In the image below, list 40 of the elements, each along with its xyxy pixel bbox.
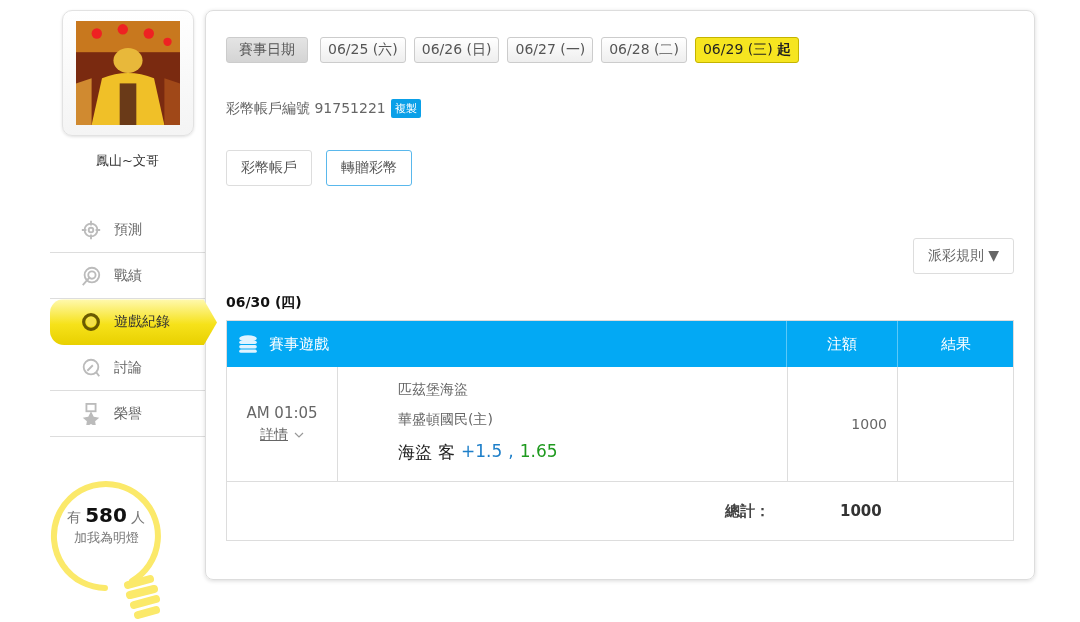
home-team: 華盛頓國民(主)	[398, 411, 494, 429]
sidebar-item[interactable]: 預測	[50, 208, 205, 254]
chevron-icon	[294, 432, 304, 438]
date-button[interactable]: 06/25 (六)	[320, 37, 406, 63]
date-button[interactable]: 06/26 (日)	[413, 37, 500, 63]
total-amount: 1000	[840, 502, 882, 520]
ring-icon	[80, 311, 102, 334]
date-button[interactable]: 06/29 (三) 起	[694, 37, 799, 63]
date-button[interactable]: 06/28 (二)	[601, 37, 687, 63]
rules-dropdown[interactable]: 派彩規則 ▼	[912, 238, 1014, 274]
pick-team: 海盜	[398, 441, 432, 464]
crosshair-icon	[80, 219, 102, 242]
game-time: AM 01:05	[246, 404, 318, 422]
sidebar-item[interactable]: 遊戲紀錄	[50, 299, 217, 346]
column-title: 賽事遊戲	[269, 334, 329, 354]
details-link[interactable]: 詳情	[260, 426, 304, 444]
fans-count-text: 有 580 人	[65, 503, 147, 528]
chat-icon	[80, 356, 102, 379]
tab[interactable]: 彩幣帳戶	[226, 150, 312, 186]
pick-side: 客	[438, 441, 455, 464]
date-filter-label: 賽事日期	[226, 37, 308, 63]
away-team: 匹茲堡海盜	[398, 381, 469, 399]
tab[interactable]: 轉贈彩幣	[326, 150, 412, 186]
coin-stack-icon	[237, 333, 259, 355]
sidebar-item[interactable]: 戰績	[50, 253, 205, 300]
sidebar-item[interactable]: 榮譽	[50, 391, 205, 438]
fans-caption: 加我為明燈	[72, 529, 140, 548]
odds: 1.65	[519, 441, 558, 463]
profile-name: 鳳山~文哥	[95, 152, 160, 171]
handicap-line: +1.5	[461, 441, 503, 463]
stake-amount: 1000	[851, 416, 887, 432]
target-icon	[80, 264, 102, 287]
account-number: 彩幣帳戶編號 91751221	[226, 99, 386, 118]
day-heading: 06/30 (四)	[226, 294, 303, 312]
column-header: 注額	[787, 321, 898, 367]
sidebar-item[interactable]: 討論	[50, 345, 205, 392]
date-button[interactable]: 06/27 (一)	[507, 37, 594, 63]
column-header: 結果	[939, 333, 972, 355]
total-label: 總計：	[725, 501, 770, 521]
separator: ,	[508, 441, 514, 463]
